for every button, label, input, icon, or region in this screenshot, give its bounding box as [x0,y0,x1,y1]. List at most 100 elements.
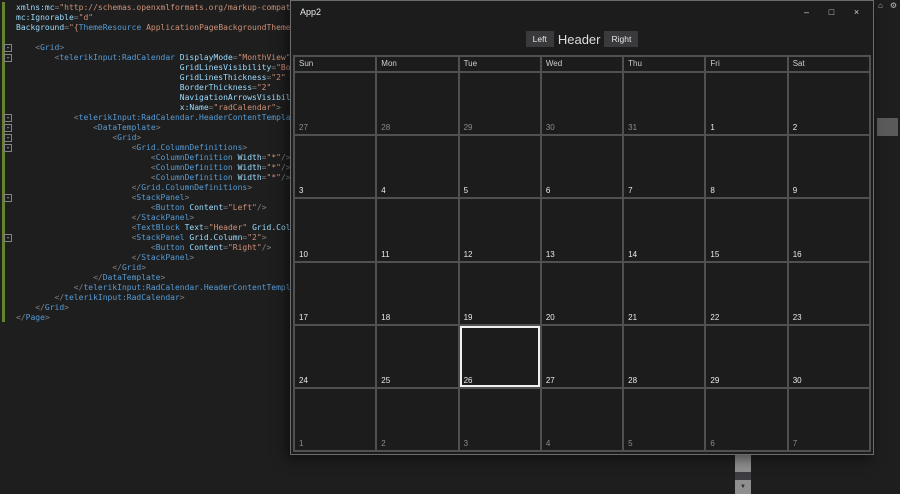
day-number: 1 [299,439,304,448]
calendar-cell[interactable]: 2 [377,388,458,450]
calendar-cell[interactable]: 29 [706,325,787,387]
day-number: 27 [299,123,308,133]
editor-scrollbar-thumb[interactable] [877,118,898,136]
app2-window: App2 – □ × Left Header Right Sun Mon Tue We… [290,0,874,455]
day-number: 17 [299,312,308,322]
calendar-cell[interactable]: 7 [624,136,705,198]
calendar-cell[interactable]: 2 [788,73,869,135]
settings-icon[interactable]: ⚙ [890,1,897,10]
day-name: Fri [706,57,787,71]
day-name: Sun [295,57,376,71]
panel-scrollbar-thumb[interactable] [735,455,751,472]
day-number: 1 [710,123,715,133]
calendar-cell[interactable]: 6 [541,136,623,198]
close-button[interactable]: × [844,2,869,22]
calendar-cell[interactable]: 24 [295,325,376,387]
scroll-down-button[interactable]: ▼ [735,480,751,494]
calendar-cell[interactable]: 1 [706,73,787,135]
header-title: Header [557,31,601,47]
day-number: 23 [792,312,802,322]
fold-collapse-icon[interactable]: - [4,194,12,202]
day-name: Thu [624,57,705,71]
calendar-cell[interactable]: 1 [295,388,376,450]
day-number: 31 [628,123,638,133]
calendar-cell[interactable]: 5 [624,388,705,450]
month-view-calendar: Sun Mon Tue Wed Thu Fri Sat 27 28 29 30 31 1 2 3 4 5 6 7 8 9… [293,55,871,452]
app-titlebar[interactable]: App2 – □ × [291,1,873,23]
calendar-cell[interactable]: 20 [541,262,623,324]
fold-collapse-icon[interactable]: - [4,234,12,242]
day-number: 2 [792,123,798,133]
day-number: 6 [545,186,551,196]
calendar-cell[interactable]: 29 [459,73,540,135]
day-number: 11 [381,249,390,259]
calendar-cell[interactable]: 27 [541,325,623,387]
calendar-cell[interactable]: 18 [377,262,458,324]
day-number: 8 [710,186,715,196]
home-icon[interactable]: ⌂ [878,1,883,10]
calendar-cell[interactable]: 3 [295,136,376,198]
calendar-cell[interactable]: 28 [377,73,458,135]
fold-collapse-icon[interactable]: - [4,134,12,142]
fold-collapse-icon[interactable]: - [4,144,12,152]
day-number: 10 [299,249,308,259]
fold-collapse-icon[interactable]: - [4,44,12,52]
calendar-cell[interactable]: 7 [788,388,869,450]
fold-collapse-icon[interactable]: - [4,124,12,132]
calendar-cell-selected[interactable]: 26 [459,325,540,387]
calendar-cell[interactable]: 9 [788,136,869,198]
day-number: 27 [545,375,555,385]
day-number: 3 [299,186,304,196]
calendar-cell[interactable]: 17 [295,262,376,324]
calendar-cell[interactable]: 27 [295,73,376,135]
panel-scrollbar[interactable]: ▼ [735,455,751,494]
calendar-cell[interactable]: 4 [377,136,458,198]
day-number: 22 [710,312,720,322]
day-number: 9 [792,186,798,196]
day-number: 7 [628,186,633,196]
day-number: 16 [792,249,802,259]
day-number: 25 [381,375,391,385]
fold-collapse-icon[interactable]: - [4,54,12,62]
day-number: 30 [545,123,555,133]
calendar-cell[interactable]: 11 [377,199,458,261]
day-number: 28 [381,123,391,133]
calendar-cell[interactable]: 12 [459,199,540,261]
left-button[interactable]: Left [525,31,554,47]
calendar-cell[interactable]: 28 [624,325,705,387]
calendar-cell[interactable]: 8 [706,136,787,198]
calendar-cell[interactable]: 23 [788,262,869,324]
day-number: 13 [545,249,555,259]
minimize-button[interactable]: – [794,2,819,22]
calendar-cell[interactable]: 31 [624,73,705,135]
calendar-cell[interactable]: 22 [706,262,787,324]
calendar-cell[interactable]: 19 [459,262,540,324]
right-button[interactable]: Right [604,31,639,47]
day-number: 14 [628,249,638,259]
calendar-cell[interactable]: 13 [541,199,623,261]
day-number: 29 [710,375,720,385]
calendar-cell[interactable]: 6 [706,388,787,450]
day-number: 4 [545,439,551,448]
calendar-cell[interactable]: 10 [295,199,376,261]
calendar-cell[interactable]: 16 [788,199,869,261]
calendar-cell[interactable]: 30 [788,325,869,387]
calendar-cell[interactable]: 4 [541,388,623,450]
day-number: 7 [792,439,798,448]
titlebar-icons: ⌂ ⚙ [878,1,897,10]
calendar-cell[interactable]: 3 [459,388,540,450]
calendar-cell[interactable]: 30 [541,73,623,135]
calendar-cell[interactable]: 25 [377,325,458,387]
day-number: 29 [463,123,473,133]
day-number: 5 [628,439,633,448]
calendar-cell[interactable]: 21 [624,262,705,324]
day-number: 3 [463,439,469,448]
calendar-cell[interactable]: 14 [624,199,705,261]
calendar-cell[interactable]: 15 [706,199,787,261]
calendar-cell[interactable]: 5 [459,136,540,198]
fold-collapse-icon[interactable]: - [4,114,12,122]
window-controls: – □ × [794,2,869,22]
day-number: 19 [463,312,473,322]
day-number: 30 [792,375,802,385]
maximize-button[interactable]: □ [819,2,844,22]
